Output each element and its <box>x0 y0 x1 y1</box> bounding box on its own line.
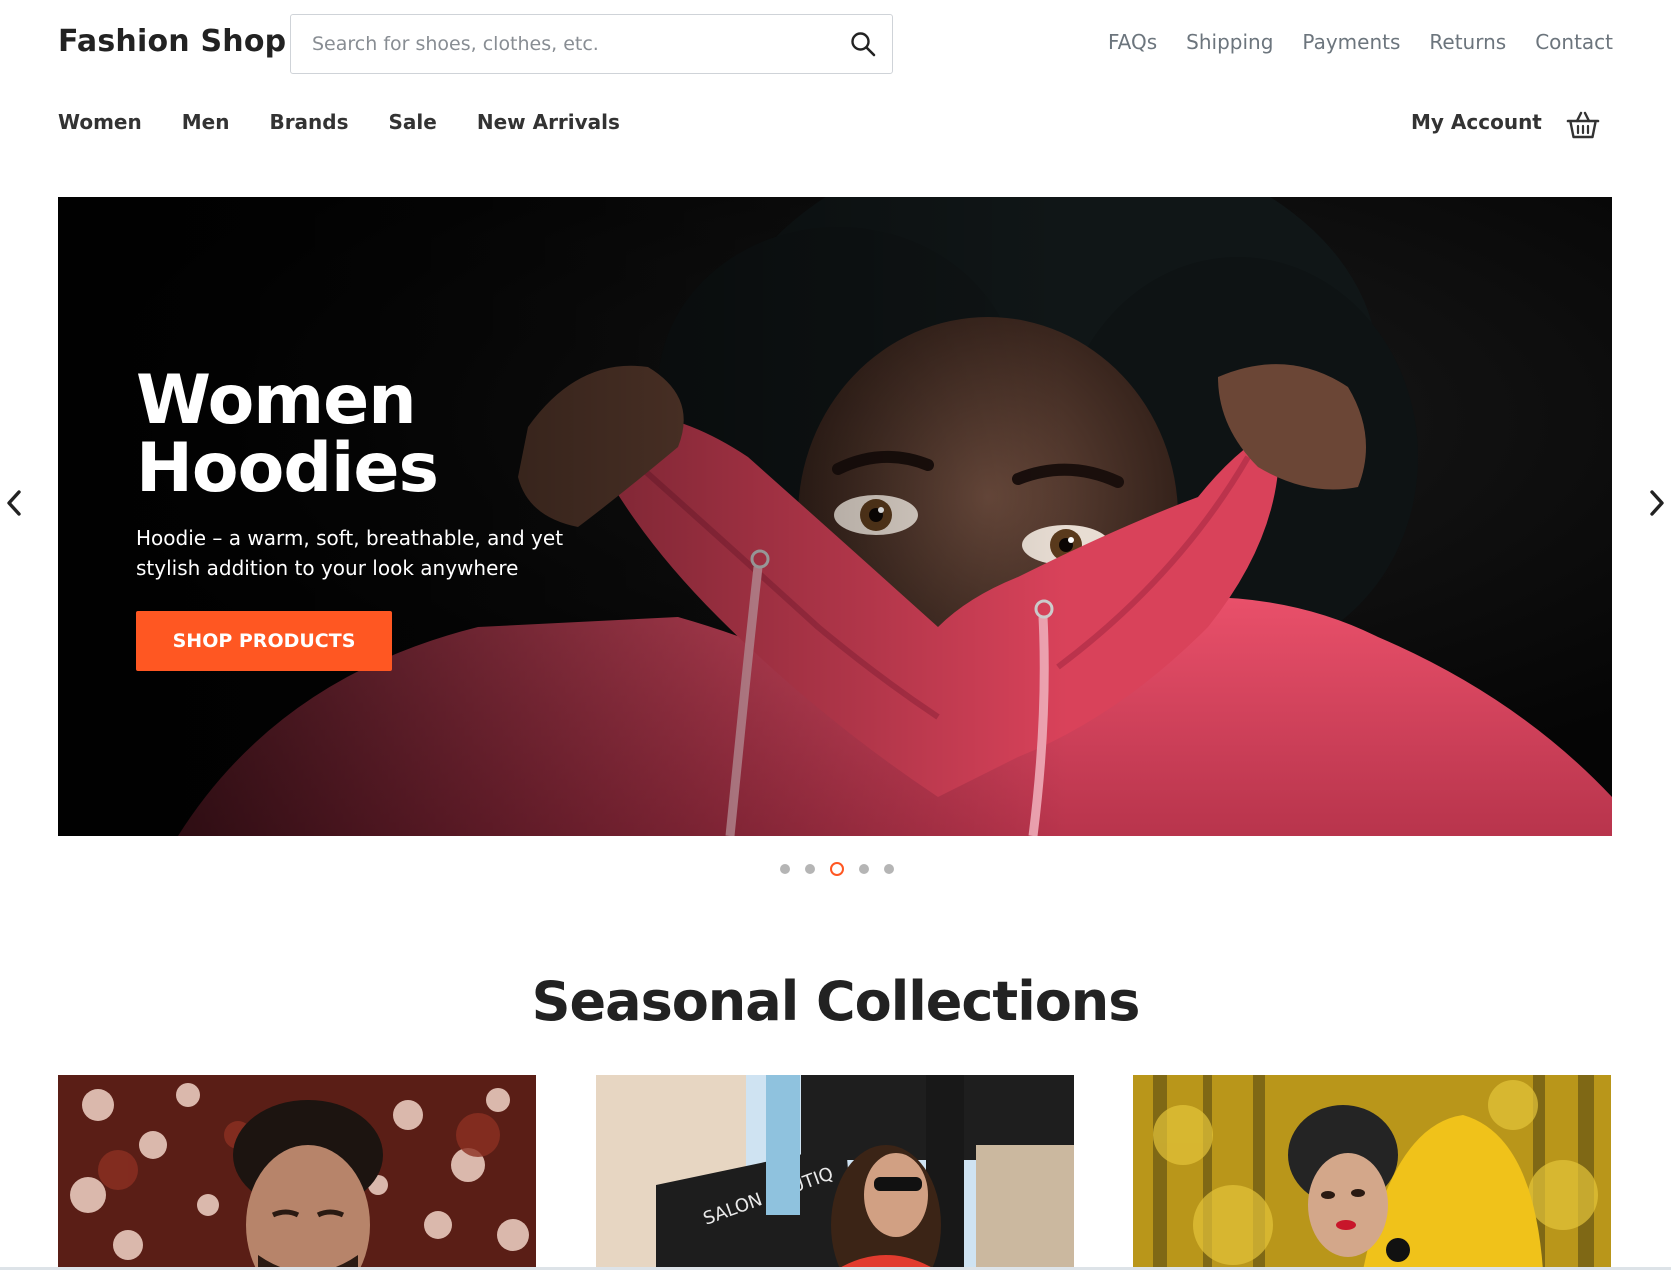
hero-slide: Women Hoodies Hoodie – a warm, soft, bre… <box>58 197 1612 836</box>
util-link-payments[interactable]: Payments <box>1302 30 1400 54</box>
hero-title-line-2: Hoodies <box>136 429 439 508</box>
utility-links: FAQs Shipping Payments Returns Contact <box>1108 30 1613 54</box>
collection-card-2[interactable]: SALON BOUTIQ <box>596 1075 1074 1270</box>
hero-title: Women Hoodies <box>136 367 656 503</box>
my-account-link[interactable]: My Account <box>1411 110 1542 134</box>
util-link-returns[interactable]: Returns <box>1429 30 1506 54</box>
search-input[interactable] <box>292 16 832 72</box>
chevron-right-icon[interactable] <box>1645 487 1669 519</box>
nav-item-sale[interactable]: Sale <box>389 110 437 134</box>
chevron-left-icon[interactable] <box>2 487 26 519</box>
collection-image-hoodies <box>1133 1075 1611 1270</box>
collection-image-women: SALON BOUTIQ <box>596 1075 1074 1270</box>
search-box <box>290 14 893 74</box>
collection-card-3[interactable] <box>1133 1075 1611 1270</box>
hero-text-block: Women Hoodies Hoodie – a warm, soft, bre… <box>136 367 656 671</box>
util-link-contact[interactable]: Contact <box>1535 30 1613 54</box>
carousel-dot-1[interactable] <box>780 864 790 874</box>
carousel-indicators <box>780 862 894 876</box>
basket-icon[interactable] <box>1566 108 1600 142</box>
collection-image-men <box>58 1075 536 1270</box>
nav-item-women[interactable]: Women <box>58 110 142 134</box>
carousel-dot-2[interactable] <box>805 864 815 874</box>
util-link-faqs[interactable]: FAQs <box>1108 30 1157 54</box>
collection-card-1[interactable] <box>58 1075 536 1270</box>
nav-item-brands[interactable]: Brands <box>269 110 348 134</box>
hero-description: Hoodie – a warm, soft, breathable, and y… <box>136 526 564 580</box>
search-icon[interactable] <box>848 29 878 59</box>
site-logo[interactable]: Fashion Shop <box>58 24 286 59</box>
nav-item-new-arrivals[interactable]: New Arrivals <box>477 110 620 134</box>
nav-item-men[interactable]: Men <box>182 110 230 134</box>
carousel-dot-5[interactable] <box>884 864 894 874</box>
top-bar: Fashion Shop FAQs Shipping Payments Retu… <box>0 0 1671 88</box>
carousel-dot-3[interactable] <box>830 862 844 876</box>
shop-products-button[interactable]: SHOP PRODUCTS <box>136 611 392 671</box>
main-nav: Women Men Brands Sale New Arrivals <box>58 110 620 134</box>
util-link-shipping[interactable]: Shipping <box>1186 30 1273 54</box>
section-title: Seasonal Collections <box>531 970 1141 1033</box>
carousel-dot-4[interactable] <box>859 864 869 874</box>
